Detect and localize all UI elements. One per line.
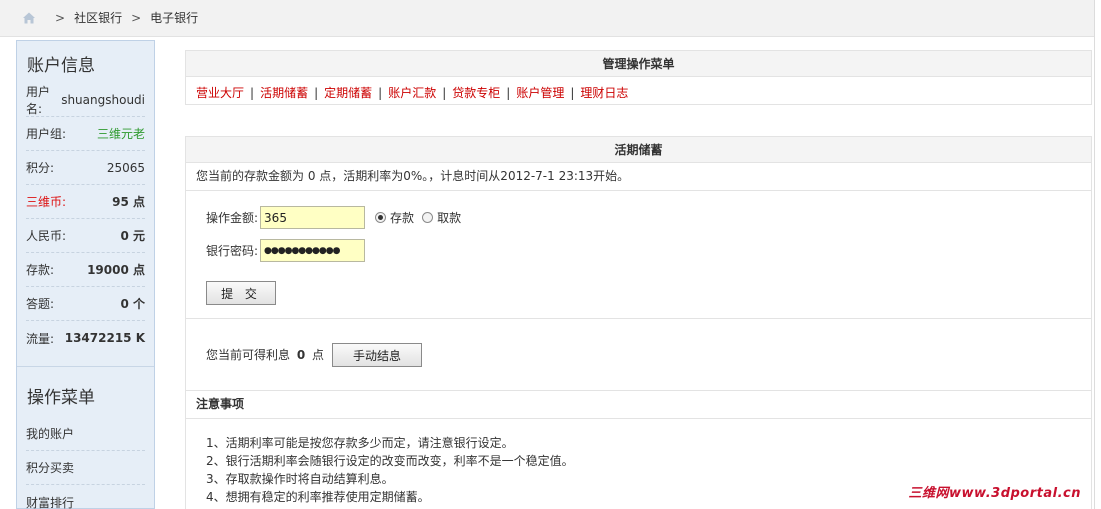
info-row-rmb: 人民币: 0 元 xyxy=(26,219,145,253)
page-edge-divider xyxy=(1094,0,1095,509)
top-bar: > 社区银行 > 电子银行 xyxy=(0,0,1094,37)
account-info-title: 账户信息 xyxy=(27,56,95,76)
ops-link-lobby[interactable]: 营业大厅 xyxy=(196,86,244,100)
breadcrumb-separator: > xyxy=(55,10,66,25)
breadcrumb: > 社区银行 > 电子银行 xyxy=(22,9,198,26)
info-label: 人民币: xyxy=(26,229,67,243)
info-value-deposit: 19000 点 xyxy=(87,263,145,277)
current-savings-title: 活期储蓄 xyxy=(186,137,1091,163)
info-value-traffic: 13472215 K xyxy=(64,331,145,345)
info-value-answers: 0 个 xyxy=(120,297,145,311)
manual-settle-button[interactable]: 手动结息 xyxy=(332,343,422,367)
operation-menu-title: 操作菜单 xyxy=(27,388,95,408)
breadcrumb-item-community-bank[interactable]: 社区银行 xyxy=(74,9,122,26)
breadcrumb-separator: > xyxy=(131,10,142,25)
interest-value: 0 xyxy=(296,348,306,362)
info-row-answers: 答题: 0 个 xyxy=(26,287,145,321)
withdraw-radio-label: 取款 xyxy=(437,211,462,225)
sidebar-item-my-account[interactable]: 我的账户 xyxy=(26,417,145,451)
info-label: 流量: xyxy=(26,331,55,346)
link-separator: | xyxy=(250,86,255,100)
breadcrumb-item-e-bank[interactable]: 电子银行 xyxy=(150,9,198,26)
sidebar-divider xyxy=(17,355,154,367)
note-item: 1、活期利率可能是按您存款多少而定，请注意银行设定。 xyxy=(206,436,514,450)
link-separator: | xyxy=(442,86,447,100)
sidebar-item-points-trade[interactable]: 积分买卖 xyxy=(26,451,145,485)
deposit-radio[interactable]: 存款 xyxy=(375,209,414,226)
info-label: 答题: xyxy=(26,297,55,311)
withdraw-radio[interactable]: 取款 xyxy=(422,209,461,226)
info-value-rmb: 0 元 xyxy=(120,229,145,243)
ops-link-fixed-savings[interactable]: 定期储蓄 xyxy=(324,86,372,100)
ops-link-loan[interactable]: 贷款专柜 xyxy=(452,86,500,100)
info-value-username: shuangshoudi xyxy=(61,92,145,107)
info-value-points: 25065 xyxy=(106,160,145,175)
ops-menu-links: 营业大厅 | 活期储蓄 | 定期储蓄 | 账户汇款 | 贷款专柜 | 账户管理 | 理财日志 xyxy=(186,77,1091,101)
info-value-group: 三维元老 xyxy=(96,127,145,141)
link-separator: | xyxy=(506,86,511,100)
info-row-3d-coins: 三维币: 95 点 xyxy=(26,185,145,219)
info-row-username: 用户名: shuangshoudi xyxy=(26,83,145,117)
info-row-points: 积分: 25065 xyxy=(26,151,145,185)
radio-checked-icon[interactable] xyxy=(375,212,387,223)
deposit-notice: 您当前的存款金额为 0 点，活期利率为0%。，计息时间从2012-7-1 23:… xyxy=(186,163,1091,191)
interest-prefix: 您当前可得利息 xyxy=(206,348,291,362)
site-watermark: 三维网www.3dportal.cn xyxy=(908,486,1081,501)
amount-input[interactable] xyxy=(260,206,366,229)
info-label: 存款: xyxy=(26,263,55,277)
ops-link-remittance[interactable]: 账户汇款 xyxy=(388,86,436,100)
password-label: 银行密码: xyxy=(206,244,259,258)
ops-menu-panel: 管理操作菜单 营业大厅 | 活期储蓄 | 定期储蓄 | 账户汇款 | 贷款专柜 | 账户管理 | 理财日… xyxy=(185,50,1092,105)
interest-section: 您当前可得利息 0 点 手动结息 xyxy=(186,319,1091,391)
deposit-form: 操作金额: 存款 取款 银行密码: 提 交 xyxy=(186,191,1091,319)
password-input[interactable] xyxy=(260,239,366,262)
ops-link-account-manage[interactable]: 账户管理 xyxy=(516,86,564,100)
radio-unchecked-icon[interactable] xyxy=(422,212,434,223)
submit-button[interactable]: 提 交 xyxy=(206,281,276,305)
info-label: 用户组: xyxy=(26,127,67,141)
ops-link-current-savings[interactable]: 活期储蓄 xyxy=(260,86,308,100)
note-item: 2、银行活期利率会随银行设定的改变而改变，利率不是一个稳定值。 xyxy=(206,454,574,468)
info-label: 用户名: xyxy=(26,84,51,116)
info-row-deposit: 存款: 19000 点 xyxy=(26,253,145,287)
info-label: 积分: xyxy=(26,161,55,175)
notes-title: 注意事项 xyxy=(186,391,1091,419)
interest-info: 您当前可得利息 0 点 xyxy=(206,346,324,363)
password-row: 银行密码: xyxy=(206,239,366,262)
sidebar-item-wealth-ranking[interactable]: 财富排行 xyxy=(26,485,145,509)
deposit-radio-label: 存款 xyxy=(390,211,415,225)
link-separator: | xyxy=(314,86,319,100)
info-row-group: 用户组: 三维元老 xyxy=(26,117,145,151)
interest-unit: 点 xyxy=(312,348,325,362)
home-icon[interactable] xyxy=(22,11,36,25)
ops-link-finance-log[interactable]: 理财日志 xyxy=(580,86,628,100)
info-label: 三维币: xyxy=(26,195,67,209)
link-separator: | xyxy=(378,86,383,100)
link-separator: | xyxy=(570,86,575,100)
amount-row: 操作金额: 存款 取款 xyxy=(206,206,461,229)
amount-label: 操作金额: xyxy=(206,211,259,225)
current-savings-panel: 活期储蓄 您当前的存款金额为 0 点，活期利率为0%。，计息时间从2012-7-… xyxy=(185,136,1092,509)
info-value-3d-coins: 95 点 xyxy=(112,195,145,209)
ops-menu-title: 管理操作菜单 xyxy=(186,51,1091,77)
info-row-traffic: 流量: 13472215 K xyxy=(26,321,145,355)
sidebar: 账户信息 用户名: shuangshoudi 用户组: 三维元老 积分: 250… xyxy=(16,40,155,509)
